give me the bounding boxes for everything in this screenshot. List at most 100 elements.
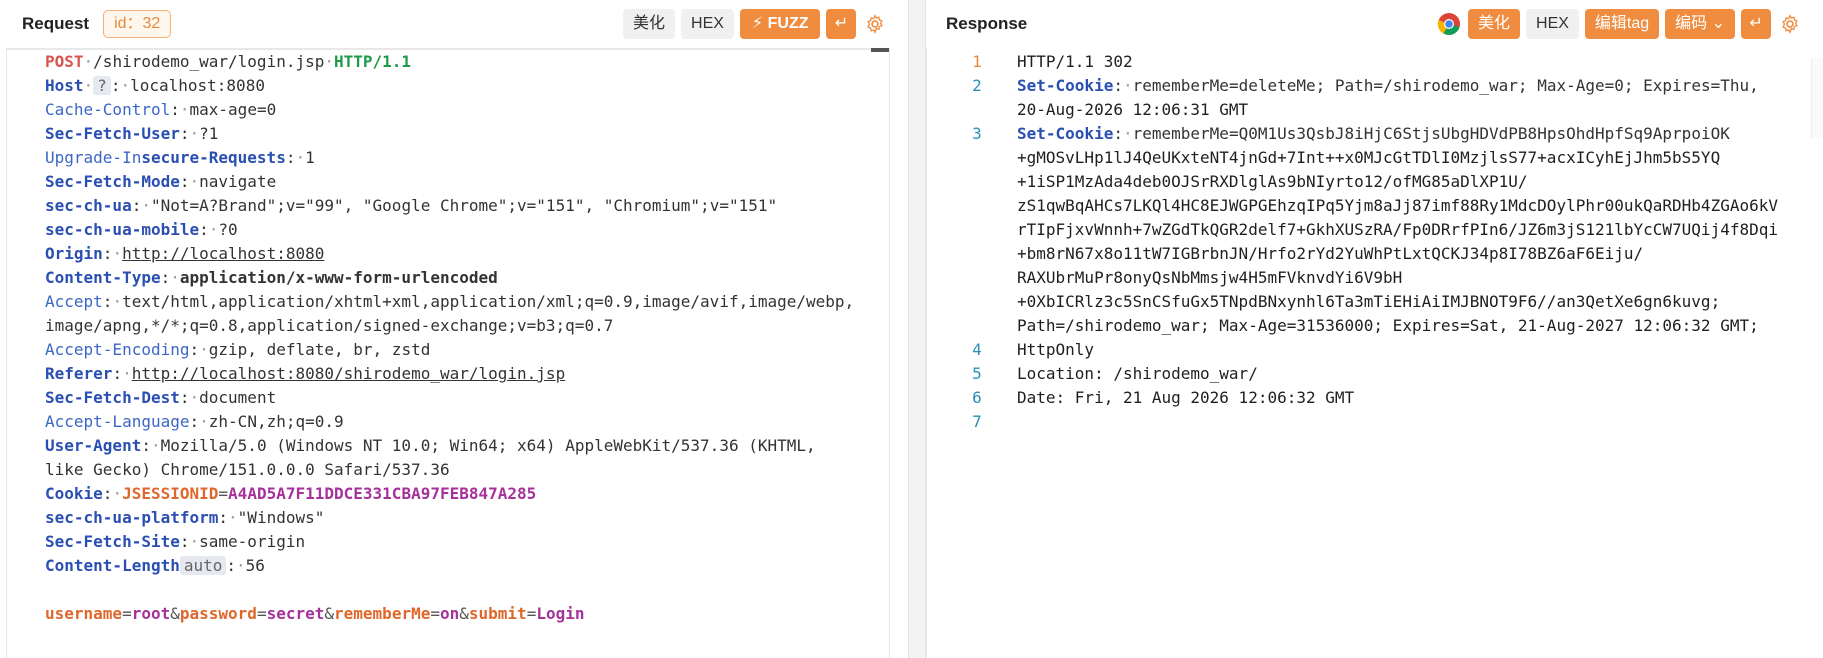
header-sec-ch-ua-platform: sec-ch-ua-platform:·"Windows": [45, 508, 325, 527]
header-name: Upgrade-Insecure-Requests: [45, 148, 286, 167]
line-number: 6: [972, 388, 982, 407]
cookie-cont-line: HttpOnly: [1017, 340, 1095, 359]
header-value: max-age=0: [189, 100, 277, 119]
header-name: User-Agent: [45, 436, 142, 455]
header-name: Accept: [45, 292, 103, 311]
header-value: rememberMe=Q0M1Us3QsbJ8iHjC6StjsUbgHDVdP…: [1132, 124, 1730, 143]
header-name: Origin: [45, 244, 103, 263]
header-value: same-origin: [199, 532, 306, 551]
fuzz-label: FUZZ: [767, 15, 809, 32]
header-content-type: Content-Type:·application/x-www-form-url…: [45, 268, 498, 287]
header-cookie: Cookie:·JSESSIONID=A4AD5A7F11DDCE331CBA9…: [45, 484, 537, 503]
param-key: rememberMe: [334, 604, 431, 623]
line-number: 3: [972, 124, 982, 143]
chrome-button[interactable]: [1436, 11, 1462, 37]
header-value: 56: [245, 556, 265, 575]
request-settings-button[interactable]: [862, 9, 888, 39]
fuzz-button[interactable]: ⚡ FUZZ: [739, 9, 821, 39]
set-cookie-delete-cont: 20-Aug-2026 12:06:31 GMT: [1017, 100, 1249, 119]
header-name: Accept-Language: [45, 412, 190, 431]
header-sec-ch-ua: sec-ch-ua:·"Not=A?Brand";v="99", "Google…: [45, 196, 778, 215]
response-panel: Response 美化 HEX 编辑tag 编码 ⌄ ↵ 1 2 3 4 5 6…: [926, 0, 1823, 658]
request-panel: Request id：32 美化 HEX ⚡ FUZZ ↵ POST·/shir…: [0, 0, 908, 658]
header-name: Sec-Fetch-Dest: [45, 388, 180, 407]
header-user-agent-cont: like Gecko) Chrome/151.0.0.0 Safari/537.…: [45, 458, 450, 482]
request-toolbar: 美化 HEX ⚡ FUZZ ↵: [623, 9, 888, 39]
header-user-agent: User-Agent:·Mozilla/5.0 (Windows NT 10.0…: [45, 436, 826, 455]
header-name: Sec-Fetch-User: [45, 124, 180, 143]
http-method: POST: [45, 52, 84, 71]
cookie-cont-line: rTIpFjxvWnnh+7wZGdTkQGR2delf7+GkhXUSzRA/…: [1017, 220, 1778, 239]
referer-link[interactable]: http://localhost:8080/shirodemo_war/logi…: [132, 364, 565, 383]
request-wrap-button[interactable]: ↵: [826, 9, 857, 39]
chrome-icon: [1437, 13, 1460, 35]
origin-link[interactable]: http://localhost:8080: [122, 244, 324, 263]
header-value: document: [199, 388, 277, 407]
status-line: HTTP/1.1 302: [1017, 52, 1133, 71]
header-name: sec-ch-ua-platform: [45, 508, 219, 527]
header-name: Content-Type: [45, 268, 161, 287]
header-accept-cont: image/apng,*/*;q=0.8,application/signed-…: [45, 314, 613, 338]
panel-splitter[interactable]: [908, 0, 926, 658]
response-editor[interactable]: 1 2 3 4 5 6 7 HTTP/1.1 302 Set-Cookie:·r…: [926, 48, 1823, 658]
location-header: Location: /shirodemo_war/: [1017, 364, 1258, 383]
request-body: username=root&password=secret&rememberMe…: [45, 604, 585, 623]
cookie-value: A4AD5A7F11DDCE331CBA97FEB847A285: [228, 484, 537, 503]
response-settings-button[interactable]: [1777, 9, 1803, 39]
header-name: Set-Cookie: [1017, 76, 1114, 95]
response-beautify-button[interactable]: 美化: [1468, 9, 1521, 39]
set-cookie-rememberme: Set-Cookie:·rememberMe=Q0M1Us3QsbJ8iHjC6…: [1017, 124, 1730, 143]
header-value: gzip, deflate, br, zstd: [208, 340, 431, 359]
header-value: localhost:8080: [130, 76, 265, 95]
header-name: sec-ch-ua-mobile: [45, 220, 200, 239]
header-cache-control: Cache-Control:·max-age=0: [45, 100, 277, 119]
header-value: ?0: [218, 220, 238, 239]
header-sec-fetch-mode: Sec-Fetch-Mode:·navigate: [45, 172, 277, 191]
line-number: 5: [972, 364, 982, 383]
cookie-cont-line: zS1qwBqAHCs7LKQl4HC8EJWGPGEhzqIPq5Yjm8aJ…: [1017, 196, 1778, 215]
header-sec-ch-ua-mobile: sec-ch-ua-mobile:·?0: [45, 220, 238, 239]
response-title: Response: [946, 14, 1028, 33]
date-header: Date: Fri, 21 Aug 2026 12:06:32 GMT: [1017, 388, 1355, 407]
cookie-cont-line: +gMOSvLHp1lJ4QeUKxteNT4jnGd+7Int++x0MJcG…: [1017, 148, 1721, 167]
header-host: Host·?:·localhost:8080: [45, 76, 265, 95]
request-beautify-button[interactable]: 美化: [623, 9, 676, 39]
line-number: 2: [972, 76, 982, 95]
request-editor[interactable]: POST·/shirodemo_war/login.jsp·HTTP/1.1 H…: [6, 48, 890, 658]
header-tag: auto: [179, 556, 227, 575]
enter-icon: ↵: [834, 15, 849, 32]
header-name: Cache-Control: [45, 100, 171, 119]
gear-icon: [867, 14, 884, 34]
header-referer: Referer:·http://localhost:8080/shirodemo…: [45, 364, 566, 383]
header-value: rememberMe=deleteMe; Path=/shirodemo_war…: [1132, 76, 1759, 95]
set-cookie-delete: Set-Cookie:·rememberMe=deleteMe; Path=/s…: [1017, 76, 1759, 95]
request-hex-button[interactable]: HEX: [681, 9, 734, 39]
param-key: submit: [468, 604, 527, 623]
header-name: Accept-Encoding: [45, 340, 190, 359]
response-scrollbar[interactable]: [1811, 58, 1823, 138]
chevron-down-icon: ⌄: [1711, 15, 1726, 32]
http-protocol: HTTP/1.1: [334, 52, 412, 71]
request-title: Request: [22, 14, 90, 33]
param-value: root: [131, 604, 171, 623]
cookie-cont-line: Path=/shirodemo_war; Max-Age=31536000; E…: [1017, 316, 1759, 335]
response-toolbar: 美化 HEX 编辑tag 编码 ⌄ ↵: [1436, 9, 1803, 39]
header-sec-fetch-site: Sec-Fetch-Site:·same-origin: [45, 532, 306, 551]
header-accept-language: Accept-Language:·zh-CN,zh;q=0.9: [45, 412, 344, 431]
edit-tag-button[interactable]: 编辑tag: [1584, 9, 1660, 39]
cookie-name: JSESSIONID: [122, 484, 219, 503]
header-tag: ?: [93, 76, 111, 95]
request-line: POST·/shirodemo_war/login.jsp·HTTP/1.1: [45, 52, 412, 71]
encoding-dropdown[interactable]: 编码 ⌄: [1665, 9, 1736, 39]
param-key: password: [179, 604, 257, 623]
header-accept: Accept:·text/html,application/xhtml+xml,…: [45, 292, 855, 311]
header-value: "Not=A?Brand";v="99", "Google Chrome";v=…: [150, 196, 778, 215]
request-scrollbar[interactable]: [871, 48, 889, 52]
encoding-label: 编码: [1675, 15, 1708, 32]
response-wrap-button[interactable]: ↵: [1741, 9, 1772, 39]
cookie-cont-line: +bm8rN67x8o11tW7IGBrbnJN/Hrfo2rYd2YuWhPt…: [1017, 244, 1644, 263]
header-name: Referer: [45, 364, 113, 383]
header-sec-fetch-user: Sec-Fetch-User:·?1: [45, 124, 219, 143]
response-hex-button[interactable]: HEX: [1526, 9, 1579, 39]
request-id-tag: id：32: [103, 10, 172, 38]
